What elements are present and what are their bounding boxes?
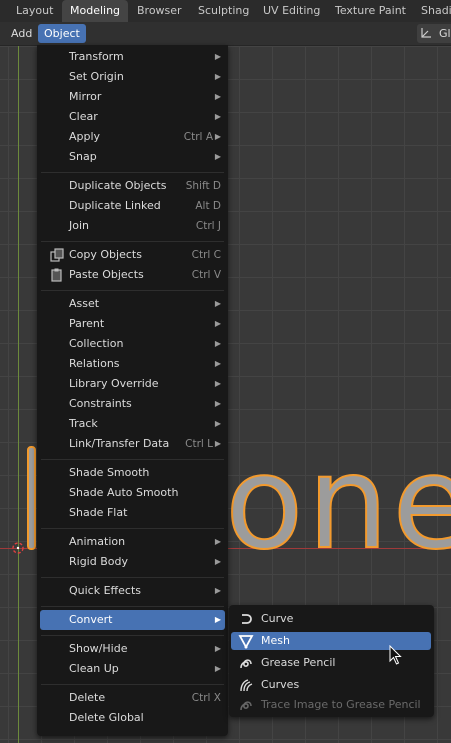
workspace-tabs-bar: Layout Modeling Browser Sculpting UV Edi… xyxy=(0,0,451,22)
menu-item-collection[interactable]: Collection ▶ xyxy=(40,334,225,354)
menu-item-paste-objects[interactable]: Paste Objects Ctrl V xyxy=(40,265,225,285)
menu-item-rigid-body[interactable]: Rigid Body ▶ xyxy=(40,552,225,572)
transform-orientation-dropdown[interactable]: Gl xyxy=(417,24,451,43)
menu-item-shade-flat[interactable]: Shade Flat xyxy=(40,503,225,523)
menu-item-shade-auto-smooth[interactable]: Shade Auto Smooth xyxy=(40,483,225,503)
submenu-item-curve[interactable]: Curve xyxy=(231,610,431,628)
menu-item-clear[interactable]: Clear ▶ xyxy=(40,107,225,127)
menu-separator xyxy=(41,635,224,636)
menu-item-join[interactable]: Join Ctrl J xyxy=(40,216,225,236)
menu-item-duplicate-linked[interactable]: Duplicate Linked Alt D xyxy=(40,196,225,216)
menu-separator xyxy=(41,459,224,460)
tab-shading[interactable]: Shadi xyxy=(413,0,451,22)
tab-browser[interactable]: Browser xyxy=(129,0,190,22)
menu-item-set-origin[interactable]: Set Origin ▶ xyxy=(40,67,225,87)
copy-icon xyxy=(50,248,64,262)
menu-item-mirror[interactable]: Mirror ▶ xyxy=(40,87,225,107)
menu-item-quick-effects[interactable]: Quick Effects ▶ xyxy=(40,581,225,601)
viewport-header: Add Object Gl xyxy=(0,22,451,46)
menu-item-delete[interactable]: Delete Ctrl X xyxy=(40,688,225,708)
menu-separator xyxy=(41,606,224,607)
submenu-item-curves[interactable]: Curves xyxy=(231,676,431,694)
y-axis-line xyxy=(18,46,19,743)
menu-separator xyxy=(41,684,224,685)
object-menu-button[interactable]: Object xyxy=(38,24,86,43)
mesh-icon xyxy=(238,635,254,649)
menu-separator xyxy=(41,241,224,242)
menu-item-show-hide[interactable]: Show/Hide ▶ xyxy=(40,639,225,659)
tab-texture-paint[interactable]: Texture Paint xyxy=(327,0,414,22)
object-dropdown-menu: Transform ▶ Set Origin ▶ Mirror ▶ Clear ▶ Ap… xyxy=(37,45,228,736)
menu-item-delete-global[interactable]: Delete Global xyxy=(40,708,225,728)
text-object-fragment xyxy=(27,446,36,550)
3d-cursor-icon xyxy=(12,542,24,554)
convert-submenu: Curve Mesh Grease Pencil Curves Trace Im… xyxy=(229,605,434,717)
menu-item-copy-objects[interactable]: Copy Objects Ctrl C xyxy=(40,245,225,265)
menu-item-duplicate-objects[interactable]: Duplicate Objects Shift D xyxy=(40,176,225,196)
menu-item-convert[interactable]: Convert ▶ xyxy=(40,610,225,630)
menu-item-clean-up[interactable]: Clean Up ▶ xyxy=(40,659,225,679)
mouse-cursor-icon xyxy=(389,645,402,665)
menu-item-shade-smooth[interactable]: Shade Smooth xyxy=(40,463,225,483)
menu-item-animation[interactable]: Animation ▶ xyxy=(40,532,225,552)
menu-item-apply[interactable]: Apply Ctrl A ▶ xyxy=(40,127,225,147)
menu-separator xyxy=(41,577,224,578)
tab-layout[interactable]: Layout xyxy=(8,0,61,22)
orientation-label: Gl xyxy=(439,27,451,40)
menu-separator xyxy=(41,290,224,291)
submenu-item-trace-image: Trace Image to Grease Pencil xyxy=(231,696,431,714)
menu-item-snap[interactable]: Snap ▶ xyxy=(40,147,225,167)
menu-separator xyxy=(41,172,224,173)
menu-item-constraints[interactable]: Constraints ▶ xyxy=(40,394,225,414)
menu-separator xyxy=(41,528,224,529)
orientation-icon xyxy=(421,28,431,38)
menu-item-relations[interactable]: Relations ▶ xyxy=(40,354,225,374)
curve-icon xyxy=(242,614,252,624)
tab-sculpting[interactable]: Sculpting xyxy=(190,0,257,22)
menu-item-parent[interactable]: Parent ▶ xyxy=(40,314,225,334)
text-object-label: one xyxy=(225,445,451,555)
menu-item-link-transfer-data[interactable]: Link/Transfer Data Ctrl L ▶ xyxy=(40,434,225,454)
grease-pencil-icon xyxy=(240,659,252,669)
menu-item-track[interactable]: Track ▶ xyxy=(40,414,225,434)
menu-item-transform[interactable]: Transform ▶ xyxy=(40,47,225,67)
menu-item-library-override[interactable]: Library Override ▶ xyxy=(40,374,225,394)
tab-uv-editing[interactable]: UV Editing xyxy=(255,0,328,22)
tab-modeling[interactable]: Modeling xyxy=(62,0,129,22)
curves-icon xyxy=(240,679,253,692)
menu-item-asset[interactable]: Asset ▶ xyxy=(40,294,225,314)
add-menu-button[interactable]: Add xyxy=(5,24,38,43)
text-object[interactable]: one xyxy=(225,445,451,555)
paste-icon xyxy=(51,268,62,282)
trace-image-icon xyxy=(240,701,252,711)
